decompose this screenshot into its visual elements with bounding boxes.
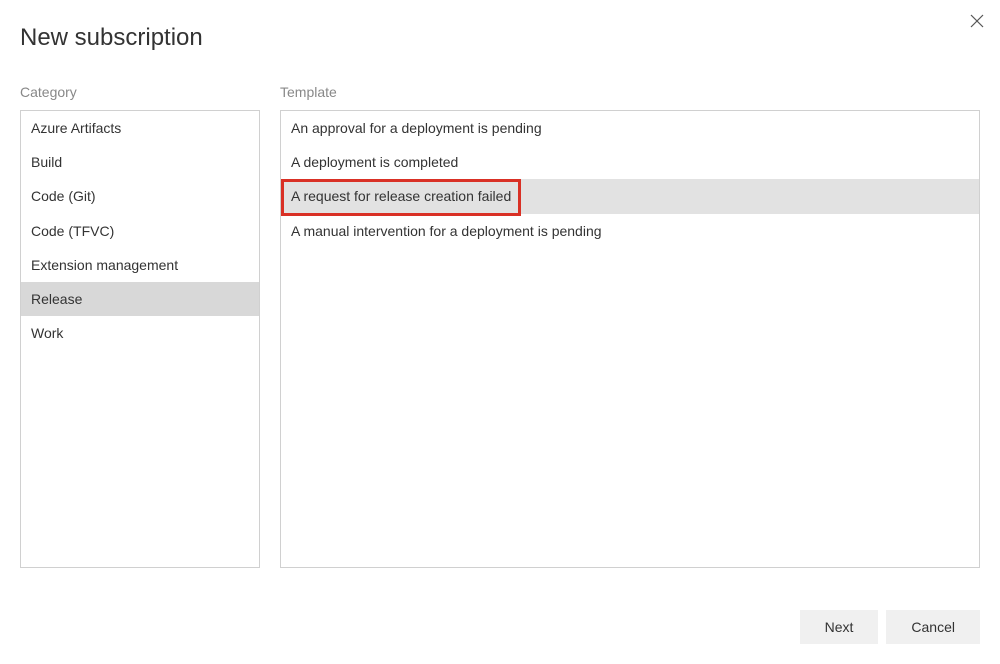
- next-button[interactable]: Next: [800, 610, 879, 644]
- category-item[interactable]: Release: [21, 282, 259, 316]
- template-item[interactable]: A request for release creation failed: [281, 179, 979, 213]
- category-item[interactable]: Work: [21, 316, 259, 350]
- cancel-button[interactable]: Cancel: [886, 610, 980, 644]
- category-label: Category: [20, 84, 260, 100]
- close-button[interactable]: [968, 12, 986, 30]
- category-item[interactable]: Build: [21, 145, 259, 179]
- template-item[interactable]: A deployment is completed: [281, 145, 979, 179]
- category-panel: Azure ArtifactsBuildCode (Git)Code (TFVC…: [20, 110, 260, 568]
- category-item[interactable]: Extension management: [21, 248, 259, 282]
- template-label: Template: [280, 84, 980, 100]
- category-item[interactable]: Code (TFVC): [21, 214, 259, 248]
- dialog-title: New subscription: [20, 24, 980, 52]
- template-item[interactable]: An approval for a deployment is pending: [281, 111, 979, 145]
- template-panel: An approval for a deployment is pendingA…: [280, 110, 980, 568]
- template-item[interactable]: A manual intervention for a deployment i…: [281, 214, 979, 248]
- category-item[interactable]: Azure Artifacts: [21, 111, 259, 145]
- close-icon: [970, 14, 984, 28]
- category-item[interactable]: Code (Git): [21, 179, 259, 213]
